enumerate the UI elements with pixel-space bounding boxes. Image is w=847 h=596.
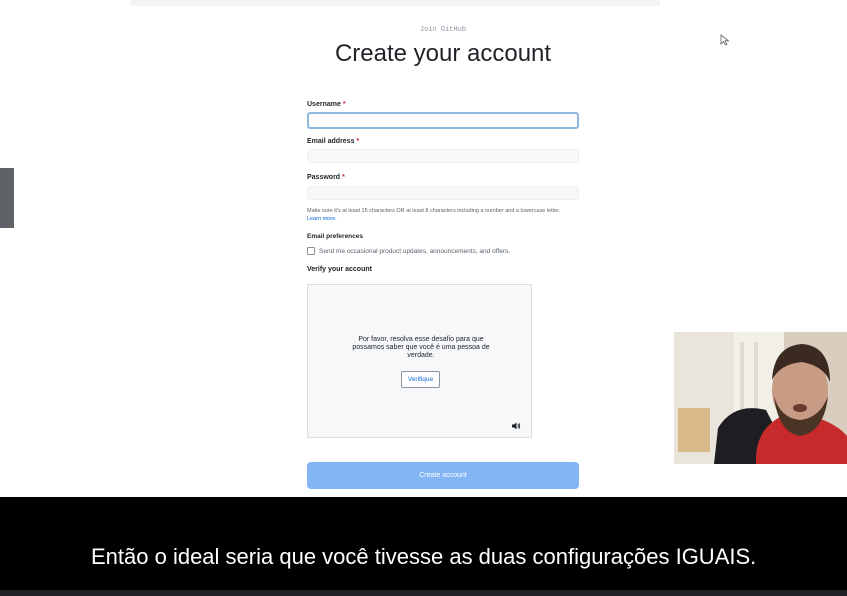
product-updates-checkbox[interactable] [307,247,315,255]
subtitle-bar: Então o ideal seria que você tivesse as … [0,497,847,596]
join-github-eyebrow: Join GitHub [419,26,467,34]
captcha-message: Por favor, resolva esse desafio para que… [352,336,490,359]
audio-challenge-icon[interactable] [511,421,521,431]
captcha-verify-button[interactable]: Verifique [401,371,440,388]
password-label: Password * [307,174,345,181]
learn-more-link[interactable]: Learn more. [307,216,337,222]
required-asterisk: * [342,174,345,181]
captcha-frame: Por favor, resolva esse desafio para que… [307,284,532,438]
product-updates-label: Send me occasional product updates, anno… [319,247,511,255]
page-title: Create your account [334,40,552,67]
username-input[interactable] [307,112,579,129]
webcam-overlay [674,332,847,464]
subtitle-text: Então o ideal seria que você tivesse as … [91,544,757,569]
mouse-cursor-icon [720,34,730,46]
required-asterisk: * [342,101,346,108]
verify-account-heading: Verify your account [307,266,372,273]
side-tab[interactable] [0,168,14,228]
email-label: Email address * [307,138,360,145]
username-label: Username * [307,101,346,108]
email-preferences-heading: Email preferences [307,233,364,240]
create-account-button[interactable]: Create account [307,462,579,489]
required-asterisk: * [356,138,360,145]
top-strip [130,0,660,6]
email-input[interactable] [307,149,579,163]
password-input[interactable] [307,186,579,200]
taskbar-strip [0,590,847,596]
password-hint-text: Make sure it's at least 15 characters OR… [307,208,561,214]
password-hint: Make sure it's at least 15 characters OR… [307,207,587,223]
product-updates-option[interactable]: Send me occasional product updates, anno… [307,247,510,255]
